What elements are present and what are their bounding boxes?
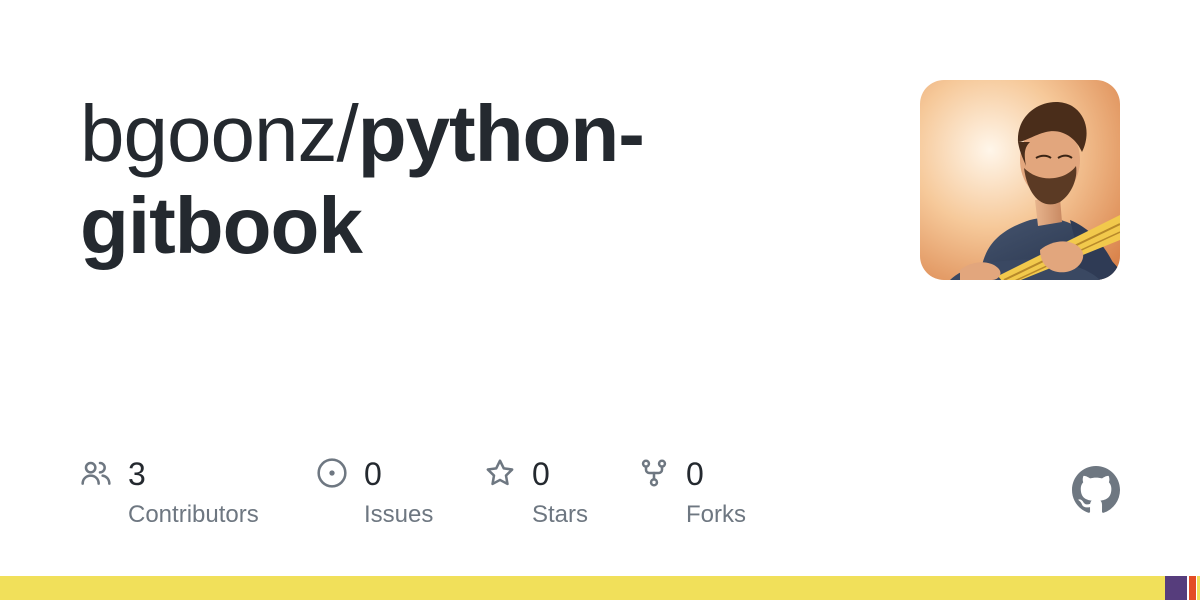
language-bar-segment [0,576,1165,600]
repo-title[interactable]: bgoonz/python-gitbook [80,88,800,272]
repo-stats: 3 Contributors 0 Issues 0 Stars 0 Forks [80,455,840,545]
contributors-label: Contributors [128,501,259,528]
language-bar-segment [1189,576,1196,600]
issues-label: Issues [364,501,434,528]
people-icon [80,457,112,489]
stars-label: Stars [532,501,589,528]
github-logo-icon[interactable] [1072,466,1120,514]
forks-count: 0 [686,456,704,492]
forks-label: Forks [686,501,746,528]
contributors-count: 3 [128,456,146,492]
owner-avatar[interactable] [920,80,1120,280]
repo-owner[interactable]: bgoonz/ [80,89,359,178]
stars-count: 0 [532,456,550,492]
avatar-photo [920,80,1120,280]
issues-count: 0 [364,456,382,492]
repo-forked-icon [638,457,670,489]
star-icon [484,457,516,489]
language-bar-segment [1165,576,1187,600]
language-bar [0,576,1200,600]
issue-opened-icon [316,457,348,489]
